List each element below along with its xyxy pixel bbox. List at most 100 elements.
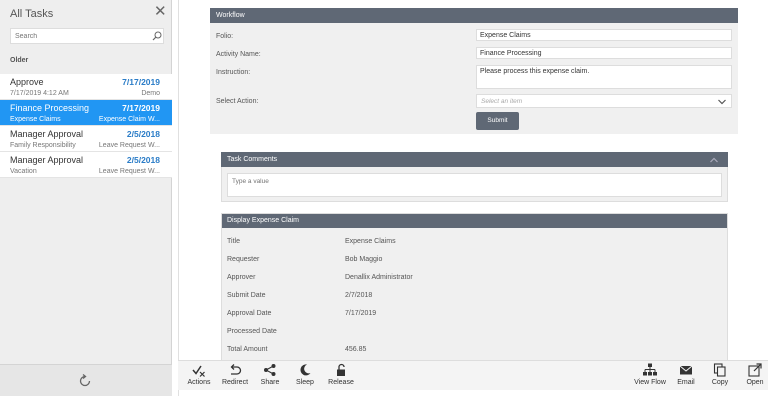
expense-row: Approver Denallix Administrator [227, 274, 707, 286]
expense-value: 2/7/2018 [345, 292, 373, 299]
chevron-up-icon[interactable] [709, 156, 719, 164]
activity-name-field: Finance Processing [476, 47, 732, 59]
task-comments-panel: Task Comments [221, 152, 728, 202]
task-title: Manager Approval [10, 155, 84, 165]
activity-name-label: Activity Name: [216, 51, 261, 58]
task-subtitle: Expense Claims [10, 116, 61, 123]
task-title: Manager Approval [10, 129, 84, 139]
expense-claim-panel: Display Expense Claim Title Expense Clai… [221, 213, 728, 363]
release-button[interactable]: Release [328, 363, 354, 389]
sleep-label: Sleep [296, 379, 314, 386]
expense-key: Processed Date [227, 328, 277, 335]
main-content: Workflow Folio: Expense Claims Activity … [178, 0, 768, 396]
search-icon[interactable] [152, 31, 162, 41]
expense-key: Approval Date [227, 310, 272, 317]
task-subtitle: Family Responsibility [10, 142, 76, 149]
redirect-icon [230, 364, 242, 375]
copy-label: Copy [711, 379, 729, 386]
share-label: Share [260, 379, 280, 386]
open-button[interactable]: Open [744, 363, 766, 389]
refresh-icon[interactable] [78, 374, 92, 388]
expense-claim-header: Display Expense Claim [222, 214, 727, 228]
task-title: Finance Processing [10, 103, 90, 113]
task-item-selected[interactable]: Finance Processing 7/17/2019 Expense Cla… [0, 100, 172, 126]
task-item[interactable]: Manager Approval 2/5/2018 Vacation Leave… [0, 152, 172, 178]
task-meta: Demo [141, 90, 160, 97]
search-input[interactable] [15, 30, 145, 42]
unlock-icon [337, 363, 345, 376]
release-label: Release [328, 379, 354, 386]
copy-button[interactable]: Copy [710, 363, 730, 389]
copy-icon [713, 363, 726, 377]
expense-key: Requester [227, 256, 260, 263]
section-label-older: Older [10, 57, 29, 64]
expense-key: Approver [227, 274, 256, 281]
chevron-down-icon[interactable] [717, 97, 727, 107]
view-flow-button[interactable]: View Flow [634, 363, 666, 389]
action-placeholder: Select an item [481, 98, 523, 105]
task-sidebar: All Tasks ✕ Older Approve 7/17/2019 7/17… [0, 0, 172, 396]
expense-row: Submit Date 2/7/2018 [227, 292, 707, 304]
folio-label: Folio: [216, 33, 234, 40]
task-meta: Leave Request W... [98, 142, 160, 149]
share-button[interactable]: Share [260, 363, 280, 389]
task-item[interactable]: Approve 7/17/2019 7/17/2019 4:12 AM Demo [0, 74, 172, 100]
task-meta: Expense Claim W... [98, 116, 160, 123]
expense-row: Processed Date [227, 328, 707, 340]
action-dropdown[interactable]: Select an item [476, 94, 732, 108]
email-icon [679, 365, 693, 375]
sidebar-title: All Tasks [10, 8, 54, 20]
expense-row: Title Expense Claims [227, 238, 707, 250]
action-toolbar: Actions Redirect Share Sleep Release Vie… [178, 360, 768, 390]
expense-value: 456.85 [345, 346, 367, 353]
open-label: Open [746, 379, 764, 386]
task-date: 7/17/2019 [122, 103, 160, 113]
instruction-label: Instruction: [216, 69, 251, 76]
expense-value: Denallix Administrator [345, 274, 413, 281]
expense-value: 7/17/2019 [345, 310, 377, 317]
task-title: Approve [10, 77, 44, 87]
select-action-label: Select Action: [216, 98, 259, 105]
task-comments-header[interactable]: Task Comments [221, 152, 728, 167]
actions-button[interactable]: Actions [186, 363, 212, 389]
close-icon[interactable]: ✕ [154, 4, 167, 19]
sidebar-header: All Tasks ✕ [0, 0, 172, 28]
redirect-label: Redirect [221, 379, 249, 386]
comment-box[interactable] [227, 173, 722, 197]
expense-value: Expense Claims [345, 238, 396, 245]
app-window: All Tasks ✕ Older Approve 7/17/2019 7/17… [0, 0, 768, 396]
view-flow-label: View Flow [634, 379, 666, 386]
task-date: 2/5/2018 [126, 129, 160, 139]
actions-icon [192, 365, 205, 377]
search-box[interactable] [10, 28, 164, 44]
expense-key: Total Amount [227, 346, 268, 353]
expense-row: Approval Date 7/17/2019 [227, 310, 707, 322]
expense-key: Submit Date [227, 292, 266, 299]
task-subtitle: Vacation [10, 168, 37, 175]
workflow-panel: Workflow Folio: Expense Claims Activity … [210, 8, 738, 134]
actions-label: Actions [187, 379, 211, 386]
open-external-icon [748, 363, 762, 377]
instruction-field: Please process this expense claim. [476, 65, 732, 89]
redirect-button[interactable]: Redirect [221, 363, 249, 389]
task-date: 2/5/2018 [126, 155, 160, 165]
share-icon [264, 364, 276, 376]
moon-icon [300, 364, 311, 376]
flow-chart-icon [643, 363, 657, 376]
email-label: Email [677, 379, 695, 386]
submit-button[interactable]: Submit [476, 112, 519, 130]
workflow-header: Workflow [210, 8, 738, 23]
expense-value: Bob Maggio [345, 256, 383, 263]
task-date: 7/17/2019 [122, 77, 160, 87]
task-item[interactable]: Manager Approval 2/5/2018 Family Respons… [0, 126, 172, 152]
expense-key: Title [227, 238, 240, 245]
comment-input[interactable] [232, 178, 712, 185]
expense-row: Requester Bob Maggio [227, 256, 707, 268]
sleep-button[interactable]: Sleep [295, 363, 315, 389]
email-button[interactable]: Email [675, 363, 697, 389]
sidebar-footer [0, 364, 172, 396]
task-subtitle: 7/17/2019 4:12 AM [10, 90, 69, 97]
task-meta: Leave Request W... [98, 168, 160, 175]
expense-row: Total Amount 456.85 [227, 346, 707, 358]
folio-field: Expense Claims [476, 29, 732, 41]
